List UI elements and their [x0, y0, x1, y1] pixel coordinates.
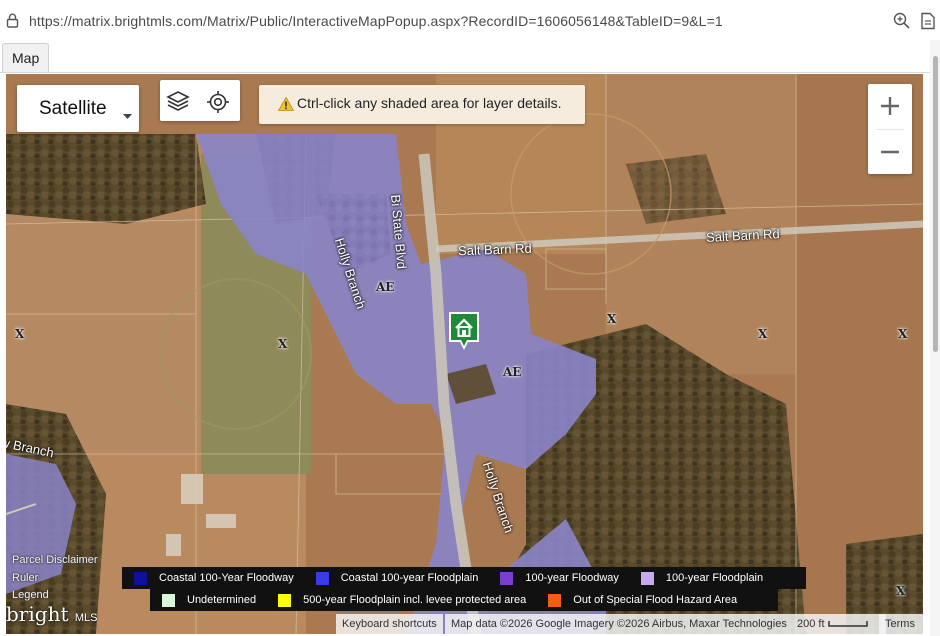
- zoom-control: [868, 84, 912, 174]
- legend-swatch-coastal-floodway: [134, 571, 147, 585]
- scale-ruler-icon: [827, 621, 868, 627]
- property-marker-icon[interactable]: [446, 310, 482, 357]
- map-type-label: Satellite: [39, 98, 107, 119]
- flood-zone-ae-1: AE: [376, 280, 395, 294]
- legend-item: Out of Special Flood Hazard Area: [548, 593, 738, 607]
- legend-label: 500-year Floodplain incl. levee protecte…: [303, 594, 527, 606]
- legend-item: Undetermined: [162, 593, 257, 607]
- terms-link[interactable]: Terms: [879, 614, 923, 634]
- legend-item: Coastal 100-year Floodplain: [315, 571, 479, 585]
- map-tools: [160, 80, 240, 121]
- url-text[interactable]: https://matrix.brightmls.com/Matrix/Publ…: [29, 13, 723, 29]
- legend-swatch-coastal-floodplain: [315, 571, 329, 585]
- scale-label: 200 ft: [797, 618, 825, 630]
- layers-icon[interactable]: [166, 90, 190, 117]
- road-label-salt-barn-1: Salt Barn Rd: [457, 240, 532, 259]
- logo-wordmark: bright: [6, 602, 69, 626]
- legend-swatch-undetermined: [162, 593, 175, 607]
- bright-mls-logo: bright MLS: [6, 602, 97, 632]
- reader-view-icon[interactable]: [920, 12, 936, 35]
- page-scrollbar-thumb[interactable]: [933, 56, 938, 352]
- legend-label: 100-year Floodplain: [665, 572, 764, 584]
- lock-icon: [6, 13, 19, 33]
- ruler-link[interactable]: Ruler: [12, 572, 38, 584]
- browser-url-bar[interactable]: https://matrix.brightmls.com/Matrix/Publ…: [0, 0, 940, 41]
- flood-zone-x-5: X: [898, 327, 908, 341]
- tab-map[interactable]: Map: [2, 43, 50, 72]
- zoom-out-button[interactable]: [868, 130, 912, 174]
- flood-zone-ae-2: AE: [503, 365, 522, 379]
- keyboard-shortcuts-link[interactable]: Keyboard shortcuts: [336, 614, 443, 634]
- tab-strip: Map: [0, 40, 940, 73]
- legend-link[interactable]: Legend: [12, 589, 49, 601]
- flood-zone-x-2: X: [278, 337, 288, 351]
- flood-zone-x-6: X: [896, 584, 906, 598]
- map-type-dropdown[interactable]: Satellite: [17, 85, 139, 132]
- legend-item: 100-year Floodplain: [640, 571, 764, 585]
- legend-swatch-out-of-hazard: [548, 593, 562, 607]
- logo-suffix: MLS: [74, 612, 98, 624]
- zoom-page-icon[interactable]: [893, 12, 910, 34]
- legend-item: 100-year Floodway: [500, 571, 619, 585]
- legend-label: Coastal 100-year Floodplain: [340, 572, 479, 584]
- map-data-attribution: Map data ©2026 Google Imagery ©2026 Airb…: [445, 614, 793, 634]
- caret-down-icon: [123, 106, 132, 124]
- legend-label: Coastal 100-Year Floodway: [159, 572, 294, 584]
- satellite-map[interactable]: Bi State Blvd Salt Barn Rd Salt Barn Rd …: [6, 74, 923, 634]
- flood-zone-x-4: X: [758, 327, 768, 341]
- flood-legend-row-2: Undetermined 500-year Floodplain incl. l…: [150, 589, 778, 611]
- locate-me-icon[interactable]: [206, 90, 230, 119]
- warning-icon: [277, 96, 295, 116]
- legend-item: 500-year Floodplain incl. levee protecte…: [278, 593, 527, 607]
- scale-bar[interactable]: 200 ft: [793, 614, 886, 634]
- legend-item: Coastal 100-Year Floodway: [134, 571, 294, 585]
- parcel-disclaimer-link[interactable]: Parcel Disclaimer: [12, 554, 98, 566]
- layer-hint-banner: Ctrl-click any shaded area for layer det…: [259, 85, 585, 124]
- legend-swatch-floodway: [500, 571, 514, 585]
- legend-swatch-floodplain: [640, 571, 654, 585]
- legend-swatch-500-year: [278, 593, 292, 607]
- legend-label: Undetermined: [187, 594, 257, 606]
- flood-legend-row-1: Coastal 100-Year Floodway Coastal 100-ye…: [122, 567, 806, 589]
- zoom-in-button[interactable]: [868, 84, 912, 128]
- layer-hint-text: Ctrl-click any shaded area for layer det…: [297, 95, 562, 111]
- flood-zone-x-3: X: [607, 312, 617, 326]
- flood-zone-x-1: X: [15, 327, 25, 341]
- legend-label: 100-year Floodway: [525, 572, 619, 584]
- legend-label: Out of Special Flood Hazard Area: [573, 594, 738, 606]
